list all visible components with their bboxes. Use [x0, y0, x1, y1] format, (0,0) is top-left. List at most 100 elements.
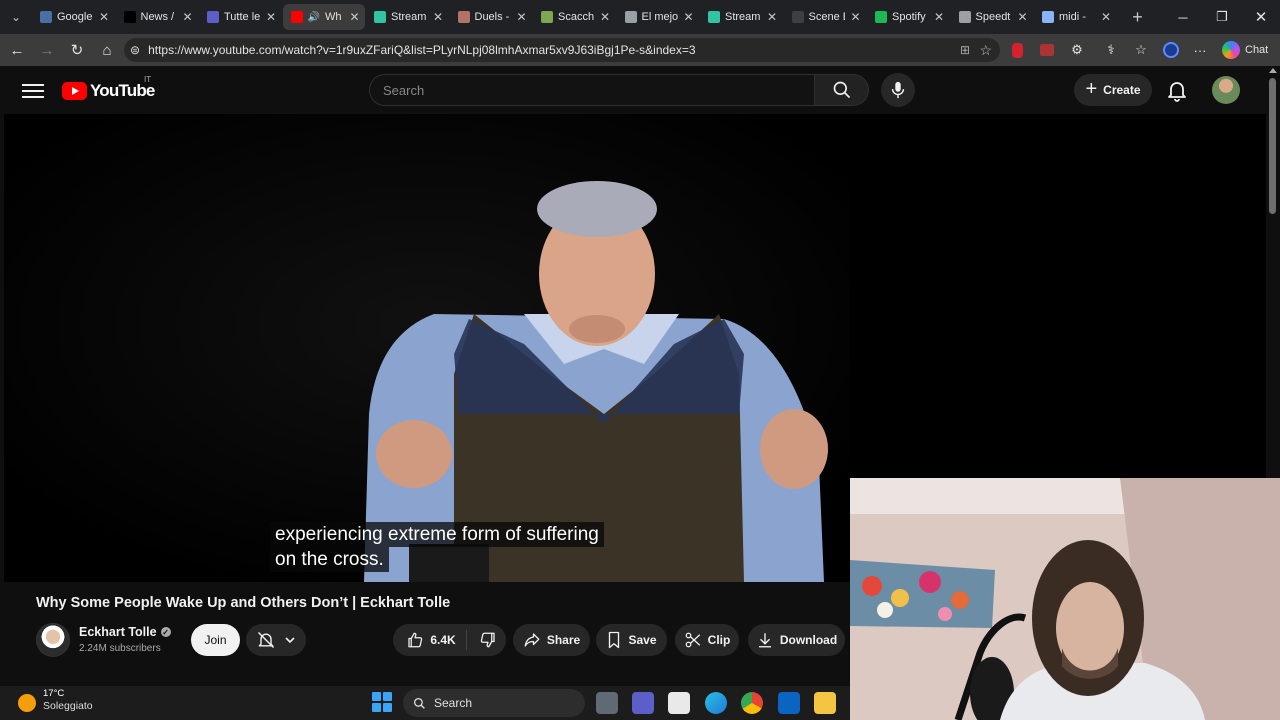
spotify-icon [875, 11, 887, 23]
streamlabs-icon [374, 11, 386, 23]
video-player[interactable]: experiencing extreme form of suffering o… [4, 114, 850, 582]
restore-button[interactable]: ❐ [1203, 0, 1241, 34]
site-icon [624, 11, 637, 23]
search-button[interactable] [815, 74, 869, 106]
browser-tab[interactable]: midi - ✕ [1034, 4, 1116, 30]
windows-start-icon[interactable] [372, 692, 392, 712]
join-button[interactable]: Join [191, 624, 240, 656]
browser-tab[interactable]: Scene E ✕ [784, 4, 866, 30]
close-tab-icon[interactable]: ✕ [850, 10, 862, 24]
more-menu-icon[interactable]: ··· [1190, 40, 1210, 60]
close-tab-icon[interactable]: ✕ [432, 10, 444, 24]
browser-tab[interactable]: Spotify ✕ [867, 4, 949, 30]
extension-badge-icon[interactable] [1037, 40, 1057, 60]
search-box[interactable] [369, 74, 815, 106]
create-button[interactable]: + Create [1074, 74, 1152, 106]
home-button[interactable]: ⌂ [92, 35, 122, 65]
clip-button[interactable]: Clip [675, 624, 739, 656]
file-explorer-icon[interactable] [814, 692, 836, 714]
voice-search-button[interactable] [881, 73, 915, 107]
close-tab-icon[interactable]: ✕ [599, 10, 611, 24]
close-window-button[interactable]: ✕ [1242, 0, 1280, 34]
back-button[interactable]: ← [2, 35, 32, 65]
store-icon[interactable] [668, 692, 690, 714]
share-button[interactable]: Share [513, 624, 590, 656]
close-tab-icon[interactable]: ✕ [766, 10, 778, 24]
sun-weather-icon[interactable] [18, 694, 36, 712]
save-button[interactable]: Save [596, 624, 667, 656]
subscription-notifications-button[interactable] [246, 624, 306, 656]
download-button[interactable]: Download [748, 624, 845, 656]
download-label: Download [779, 633, 838, 647]
search-icon [833, 81, 850, 99]
scrollbar-thumb[interactable] [1269, 78, 1276, 214]
weather-temperature[interactable]: 17°C [43, 688, 64, 699]
close-tab-icon[interactable]: ✕ [1017, 10, 1029, 24]
close-tab-icon[interactable]: ✕ [683, 10, 695, 24]
like-count: 6.4K [430, 633, 456, 647]
site-info-icon[interactable]: ⊜ [130, 43, 140, 57]
teams-icon[interactable] [632, 692, 654, 714]
browser-tab[interactable]: News / ✕ [116, 4, 198, 30]
extensions-puzzle-icon[interactable]: ⚙ [1067, 40, 1087, 60]
share-label: Share [546, 633, 581, 647]
dislike-button[interactable] [473, 631, 497, 649]
speaker-icon[interactable]: 🔊 [308, 12, 320, 23]
user-avatar[interactable] [1212, 76, 1240, 104]
split-screen-icon[interactable]: ⊞ [960, 43, 970, 57]
minimize-button[interactable]: ─ [1164, 0, 1202, 34]
favorite-star-icon[interactable]: ☆ [979, 42, 992, 59]
caption-line-1: experiencing extreme form of suffering [270, 522, 604, 547]
url-text[interactable]: https://www.youtube.com/watch?v=1r9uxZFa… [148, 43, 695, 57]
browser-tab[interactable]: Tutte le ✕ [199, 4, 281, 30]
chess-icon [541, 11, 553, 23]
close-tab-icon[interactable]: ✕ [933, 10, 945, 24]
close-tab-icon[interactable]: ✕ [1100, 10, 1112, 24]
browser-tab[interactable]: Streaml ✕ [700, 4, 782, 30]
close-tab-icon[interactable]: ✕ [516, 10, 528, 24]
close-tab-icon[interactable]: ✕ [349, 10, 361, 24]
edge-icon[interactable] [705, 692, 727, 714]
browser-tab[interactable]: Stream ✕ [366, 4, 448, 30]
youtube-logo[interactable]: YouTube IT [62, 75, 155, 101]
close-tab-icon[interactable]: ✕ [98, 10, 110, 24]
chrome-icon[interactable] [741, 692, 763, 714]
extension-red-icon[interactable] [1007, 40, 1027, 60]
notifications-bell-icon[interactable] [1165, 78, 1189, 102]
search-input[interactable] [383, 82, 814, 98]
copilot-chat-button[interactable]: Chat [1222, 39, 1268, 61]
favorites-icon[interactable]: ☆ [1131, 40, 1151, 60]
obs-icon [791, 11, 804, 23]
task-view-icon[interactable] [596, 692, 618, 714]
new-tab-button[interactable]: + [1124, 7, 1152, 28]
profile-extension-icon[interactable] [1161, 40, 1181, 60]
subscriber-count: 2.24M subscribers [79, 643, 161, 654]
browser-tab[interactable]: El mejo ✕ [617, 4, 699, 30]
browser-tab[interactable]: Google ✕ [32, 4, 114, 30]
like-button[interactable]: 6.4K [402, 630, 467, 650]
outlook-icon[interactable] [778, 692, 800, 714]
google-docs-icon [40, 11, 52, 23]
browser-tab-title: Stream [391, 11, 427, 23]
browser-essentials-icon[interactable]: ⚕ [1101, 40, 1121, 60]
close-tab-icon[interactable]: ✕ [182, 10, 194, 24]
address-bar[interactable]: ⊜ https://www.youtube.com/watch?v=1r9uxZ… [124, 38, 1000, 62]
channel-name[interactable]: Eckhart Tolle [79, 625, 157, 639]
guide-menu-icon[interactable] [22, 80, 44, 100]
browser-tab[interactable]: Speedt ✕ [951, 4, 1033, 30]
browser-tab[interactable]: Scacchi ✕ [533, 4, 615, 30]
reload-button[interactable]: ↻ [62, 35, 92, 65]
browser-tab[interactable]: 🔊 Wh ✕ [282, 4, 365, 30]
channel-name-link[interactable]: Eckhart Tolle ✓ [79, 625, 171, 639]
webcam-feed [850, 478, 1280, 720]
create-label: Create [1103, 83, 1141, 97]
weather-description[interactable]: Soleggiato [43, 700, 93, 712]
browser-tab[interactable]: Duels - ✕ [450, 4, 532, 30]
forward-button[interactable]: → [32, 35, 62, 65]
taskbar-search-box[interactable]: Search [403, 689, 585, 717]
tab-search-menu-button[interactable]: ⌄ [0, 0, 32, 34]
close-tab-icon[interactable]: ✕ [265, 10, 277, 24]
scroll-up-arrow-icon[interactable] [1269, 68, 1277, 73]
forward-arrow-icon: → [39, 41, 55, 59]
channel-avatar[interactable] [36, 623, 70, 657]
